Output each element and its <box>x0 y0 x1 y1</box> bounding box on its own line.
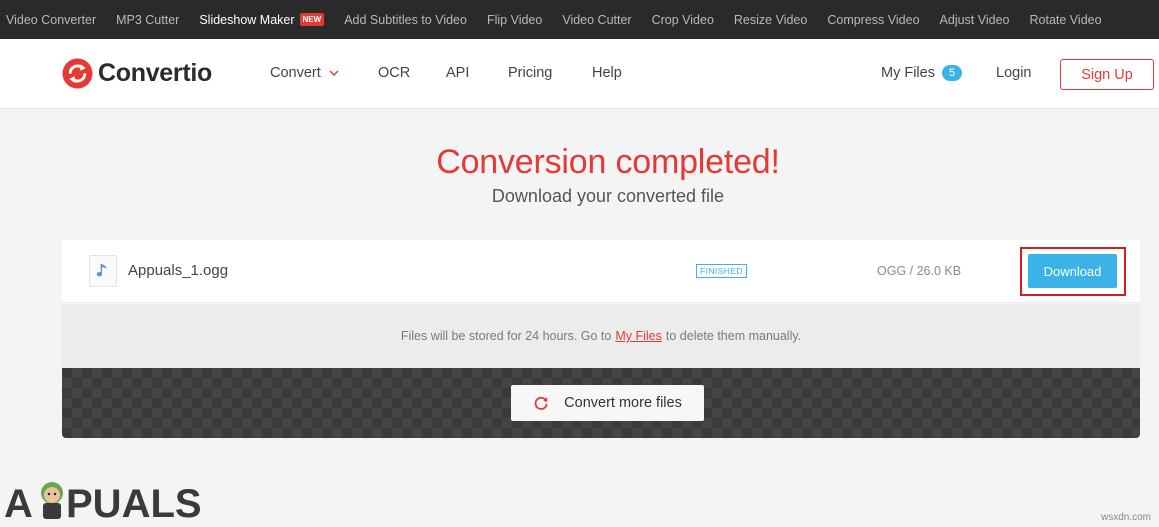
nav-login[interactable]: Login <box>996 65 1031 81</box>
appuals-logo-icon: A PUALS <box>4 482 202 523</box>
appuals-watermark: A PUALS <box>4 469 210 523</box>
tool-resize-video[interactable]: Resize Video <box>734 13 807 27</box>
page-title: Conversion completed! <box>436 143 780 181</box>
tool-rotate-video[interactable]: Rotate Video <box>1030 13 1102 27</box>
site-watermark: wsxdn.com <box>1100 512 1151 523</box>
nav-help[interactable]: Help <box>592 65 622 81</box>
storage-note: Files will be stored for 24 hours. Go to… <box>62 304 1140 368</box>
convert-more-area: Convert more files <box>62 368 1140 438</box>
chevron-down-icon <box>329 70 339 76</box>
main-nav: Convertio Convert OCR API Pricing Help M… <box>0 39 1159 109</box>
new-badge: NEW <box>299 13 325 26</box>
nav-my-files[interactable]: My Files 5 <box>881 65 963 81</box>
logo-text: Convertio <box>98 59 212 87</box>
tool-mp3-cutter[interactable]: MP3 Cutter <box>116 13 179 27</box>
svg-text:A: A <box>4 482 33 523</box>
nav-convert-label: Convert <box>270 65 321 81</box>
tool-slideshow-maker[interactable]: Slideshow Maker NEW <box>199 12 325 27</box>
download-button[interactable]: Download <box>1028 254 1117 288</box>
nav-convert[interactable]: Convert <box>270 65 339 81</box>
my-files-link[interactable]: My Files <box>615 329 662 343</box>
file-size: OGG / 26.0 KB <box>877 264 962 278</box>
convertio-logo-icon <box>62 58 93 89</box>
storage-note-text: Files will be stored for 24 hours. Go to <box>400 329 612 343</box>
tool-slideshow-maker-label: Slideshow Maker <box>199 12 295 27</box>
file-name: Appuals_1.ogg <box>128 262 229 279</box>
status-badge: FINISHED <box>696 264 747 278</box>
file-row: Appuals_1.ogg FINISHED OGG / 26.0 KB Dow… <box>62 240 1140 303</box>
tool-compress-video[interactable]: Compress Video <box>827 13 919 27</box>
file-type-icon-box <box>89 255 117 287</box>
tool-crop-video[interactable]: Crop Video <box>652 13 714 27</box>
nav-my-files-label: My Files <box>881 65 935 81</box>
music-note-icon <box>96 264 107 277</box>
svg-text:PUALS: PUALS <box>66 482 202 523</box>
logo[interactable]: Convertio <box>62 58 212 89</box>
convert-more-button[interactable]: Convert more files <box>511 385 704 421</box>
refresh-icon <box>534 396 548 410</box>
tool-adjust-video[interactable]: Adjust Video <box>940 13 1010 27</box>
tool-add-subtitles[interactable]: Add Subtitles to Video <box>344 13 467 27</box>
nav-ocr[interactable]: OCR <box>378 65 410 81</box>
convert-more-label: Convert more files <box>564 395 682 411</box>
tool-video-converter[interactable]: Video Converter <box>6 13 96 27</box>
nav-api[interactable]: API <box>446 65 469 81</box>
tool-flip-video[interactable]: Flip Video <box>487 13 542 27</box>
storage-note-text-end: to delete them manually. <box>665 329 802 343</box>
my-files-count-badge: 5 <box>941 65 963 81</box>
signup-button[interactable]: Sign Up <box>1060 59 1154 90</box>
page-subtitle: Download your converted file <box>491 186 725 206</box>
nav-pricing[interactable]: Pricing <box>508 65 552 81</box>
tools-bar: Video Converter MP3 Cutter Slideshow Mak… <box>0 0 1159 39</box>
tool-video-cutter[interactable]: Video Cutter <box>562 13 631 27</box>
